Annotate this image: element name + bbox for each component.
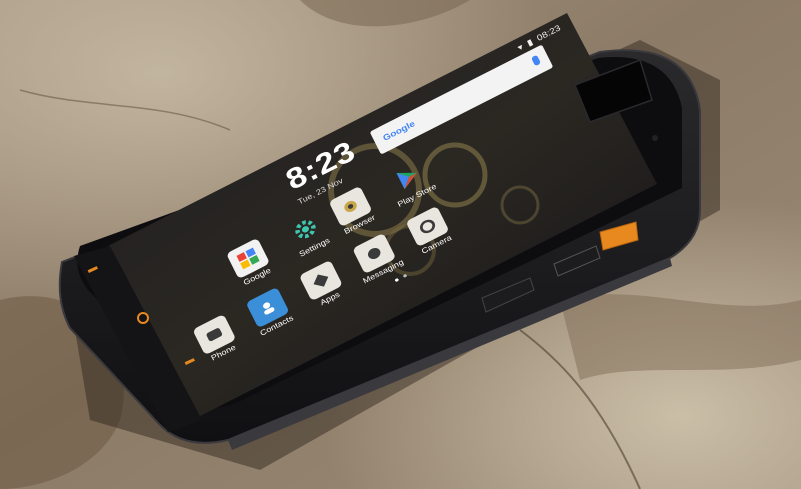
front-camera [652,135,658,141]
microphone-icon[interactable] [530,54,542,67]
status-time: 08:23 [535,23,562,43]
page-indicator [394,273,408,283]
page-dot [402,273,408,278]
page-dot [394,277,400,283]
wifi-icon: ▾ [516,42,525,53]
google-logo: Google [381,119,417,144]
battery-icon: ▮ [525,37,535,49]
